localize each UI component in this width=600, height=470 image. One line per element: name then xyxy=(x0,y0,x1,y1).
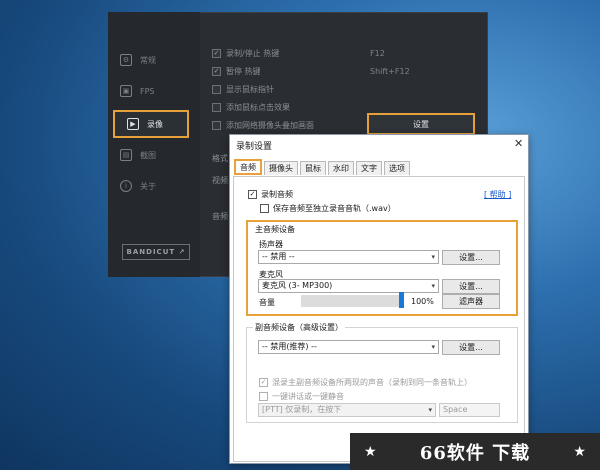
chevron-down-icon: ▾ xyxy=(431,343,435,351)
bandicut-button[interactable]: BANDICUT ↗ xyxy=(122,244,190,260)
checkbox[interactable] xyxy=(259,392,268,401)
tab-audio[interactable]: 音频 xyxy=(234,159,262,175)
checkbox[interactable]: ✓ xyxy=(248,190,257,199)
sidebar-item-general[interactable]: ⚙ 常规 xyxy=(108,47,200,73)
chevron-down-icon: ▾ xyxy=(428,406,432,414)
video-icon: ▶ xyxy=(127,118,139,130)
sidebar-item-label: FPS xyxy=(140,86,155,96)
gear-icon: ⚙ xyxy=(120,54,132,66)
option-label: 显示鼠标指针 xyxy=(226,85,274,94)
checkbox[interactable]: ✓ xyxy=(259,378,268,387)
option-webcam-overlay[interactable]: 添加网络摄像头叠加画面 xyxy=(212,120,314,131)
select-value: -- 禁用(推荐) -- xyxy=(262,342,317,351)
select-value: -- 禁用 -- xyxy=(262,252,295,261)
sidebar-item-label: 截图 xyxy=(140,150,156,160)
volume-label: 音量 xyxy=(259,298,275,307)
record-audio-checkbox[interactable]: ✓ 录制音频 xyxy=(248,189,293,200)
video-label: 视频 xyxy=(212,176,228,185)
sidebar-item-video[interactable]: ▶ 录像 xyxy=(113,110,189,138)
help-link[interactable]: [ 帮助 ] xyxy=(484,189,511,200)
checkbox[interactable]: ✓ xyxy=(212,49,221,58)
volume-slider-thumb[interactable] xyxy=(399,292,404,308)
volume-fill xyxy=(301,295,402,307)
select-value: 麦克风 (3- MP300) xyxy=(262,281,333,290)
option-label: 添加鼠标点击效果 xyxy=(226,103,290,112)
tab-bar: 音频 摄像头 鼠标 水印 文字 选项 xyxy=(234,159,410,177)
checkbox-label: 混录主副音频设备所两现的声音（录制到同一条音轨上） xyxy=(272,378,472,387)
checkbox[interactable] xyxy=(212,85,221,94)
image-icon: ▤ xyxy=(120,149,132,161)
settings-button[interactable]: 设置 xyxy=(367,113,475,135)
star-icon: ★ xyxy=(573,443,586,460)
select-value: [PTT] 仅录制，在按下 xyxy=(262,405,342,414)
option-show-cursor[interactable]: 显示鼠标指针 xyxy=(212,84,274,95)
chevron-down-icon: ▾ xyxy=(431,282,435,290)
mic-select[interactable]: 麦克风 (3- MP300) ▾ xyxy=(258,279,439,293)
tab-options[interactable]: 选项 xyxy=(384,161,410,175)
mic-settings-button[interactable]: 设置... xyxy=(442,279,500,294)
format-label: 格式 xyxy=(212,154,228,163)
group-title: 主音频设备 xyxy=(253,224,297,235)
sidebar-item-screenshot[interactable]: ▤ 截图 xyxy=(108,142,200,168)
volume-value: 100% xyxy=(411,297,434,306)
hotkey-record[interactable]: F12 xyxy=(370,49,385,58)
close-icon[interactable]: ✕ xyxy=(514,137,523,150)
tab-mouse[interactable]: 鼠标 xyxy=(300,161,326,175)
group-title: 副音频设备（高级设置） xyxy=(253,322,345,333)
option-record-hotkey[interactable]: ✓ 录制/停止 热键 xyxy=(212,48,279,59)
checkbox[interactable] xyxy=(212,121,221,130)
option-label: 暂停 热键 xyxy=(226,67,261,76)
mix-audio-checkbox[interactable]: ✓ 混录主副音频设备所两现的声音（录制到同一条音轨上） xyxy=(259,377,472,388)
info-icon: i xyxy=(120,180,132,192)
secondary-settings-button[interactable]: 设置... xyxy=(442,340,500,355)
tab-text[interactable]: 文字 xyxy=(356,161,382,175)
hotkey-pause[interactable]: Shift+F12 xyxy=(370,67,410,76)
ptt-mode-select[interactable]: [PTT] 仅录制，在按下 ▾ xyxy=(258,403,436,417)
sidebar-item-about[interactable]: i 关于 xyxy=(108,173,200,199)
option-pause-hotkey[interactable]: ✓ 暂停 热键 xyxy=(212,66,261,77)
fps-icon: ▣ xyxy=(120,85,132,97)
speaker-label: 扬声器 xyxy=(259,240,283,249)
watermark-text: 66软件 下载 xyxy=(419,442,531,464)
sidebar-item-label: 常规 xyxy=(140,55,156,65)
filter-button[interactable]: 滤声器 xyxy=(442,294,500,309)
ptt-key-field[interactable]: Space xyxy=(439,403,500,417)
option-label: 录制/停止 热键 xyxy=(226,49,280,58)
tab-webcam[interactable]: 摄像头 xyxy=(264,161,298,175)
ptt-checkbox[interactable]: 一键讲话或一键静音 xyxy=(259,391,344,402)
sidebar-item-fps[interactable]: ▣ FPS xyxy=(108,78,200,104)
watermark-banner: ★ 66软件 下载 ★ xyxy=(350,433,600,470)
dialog-title: 录制设置 xyxy=(236,142,273,152)
sidebar-item-label: 录像 xyxy=(147,119,163,129)
audio-label: 音频 xyxy=(212,212,228,221)
checkbox-label: 一键讲话或一键静音 xyxy=(272,392,344,401)
speaker-settings-button[interactable]: 设置... xyxy=(442,250,500,265)
secondary-device-select[interactable]: -- 禁用(推荐) -- ▾ xyxy=(258,340,439,354)
speaker-select[interactable]: -- 禁用 -- ▾ xyxy=(258,250,439,264)
star-icon: ★ xyxy=(364,443,377,460)
checkbox-label: 录制音频 xyxy=(261,190,293,199)
tab-watermark[interactable]: 水印 xyxy=(328,161,354,175)
checkbox[interactable] xyxy=(260,204,269,213)
checkbox[interactable] xyxy=(212,103,221,112)
save-separate-checkbox[interactable]: 保存音频至独立录音音轨（.wav） xyxy=(260,203,396,214)
checkbox-label: 保存音频至独立录音音轨（.wav） xyxy=(273,204,396,213)
chevron-down-icon: ▾ xyxy=(431,253,435,261)
checkbox[interactable]: ✓ xyxy=(212,67,221,76)
option-label: 添加网络摄像头叠加画面 xyxy=(226,121,314,130)
sidebar-item-label: 关于 xyxy=(140,181,156,191)
option-click-effect[interactable]: 添加鼠标点击效果 xyxy=(212,102,290,113)
